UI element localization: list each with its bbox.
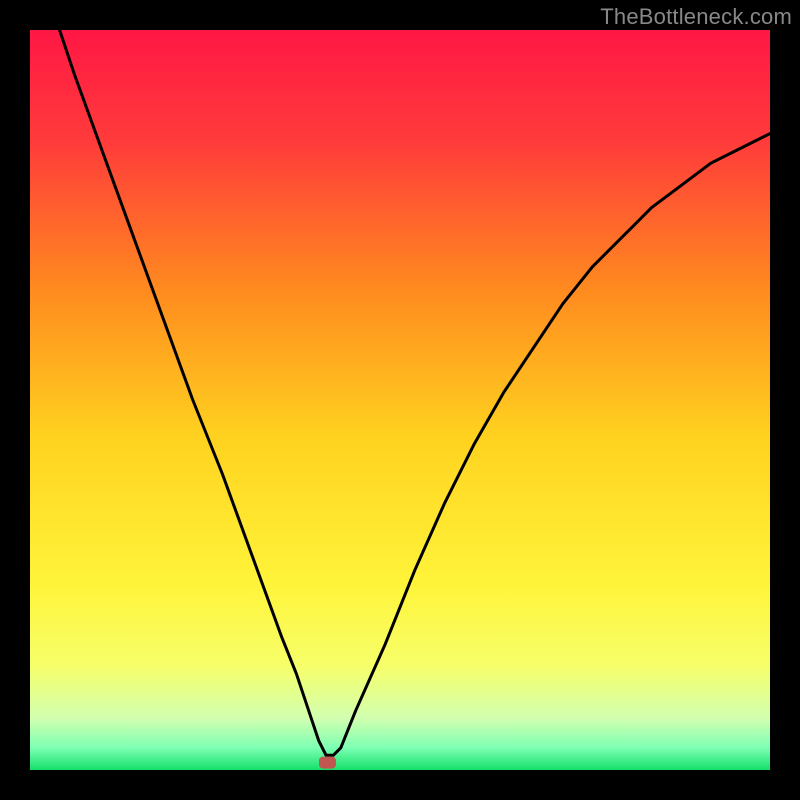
bottleneck-chart bbox=[30, 30, 770, 770]
optimal-marker bbox=[319, 757, 336, 769]
gradient-background bbox=[30, 30, 770, 770]
watermark-text: TheBottleneck.com bbox=[600, 4, 792, 30]
chart-frame: TheBottleneck.com bbox=[0, 0, 800, 800]
